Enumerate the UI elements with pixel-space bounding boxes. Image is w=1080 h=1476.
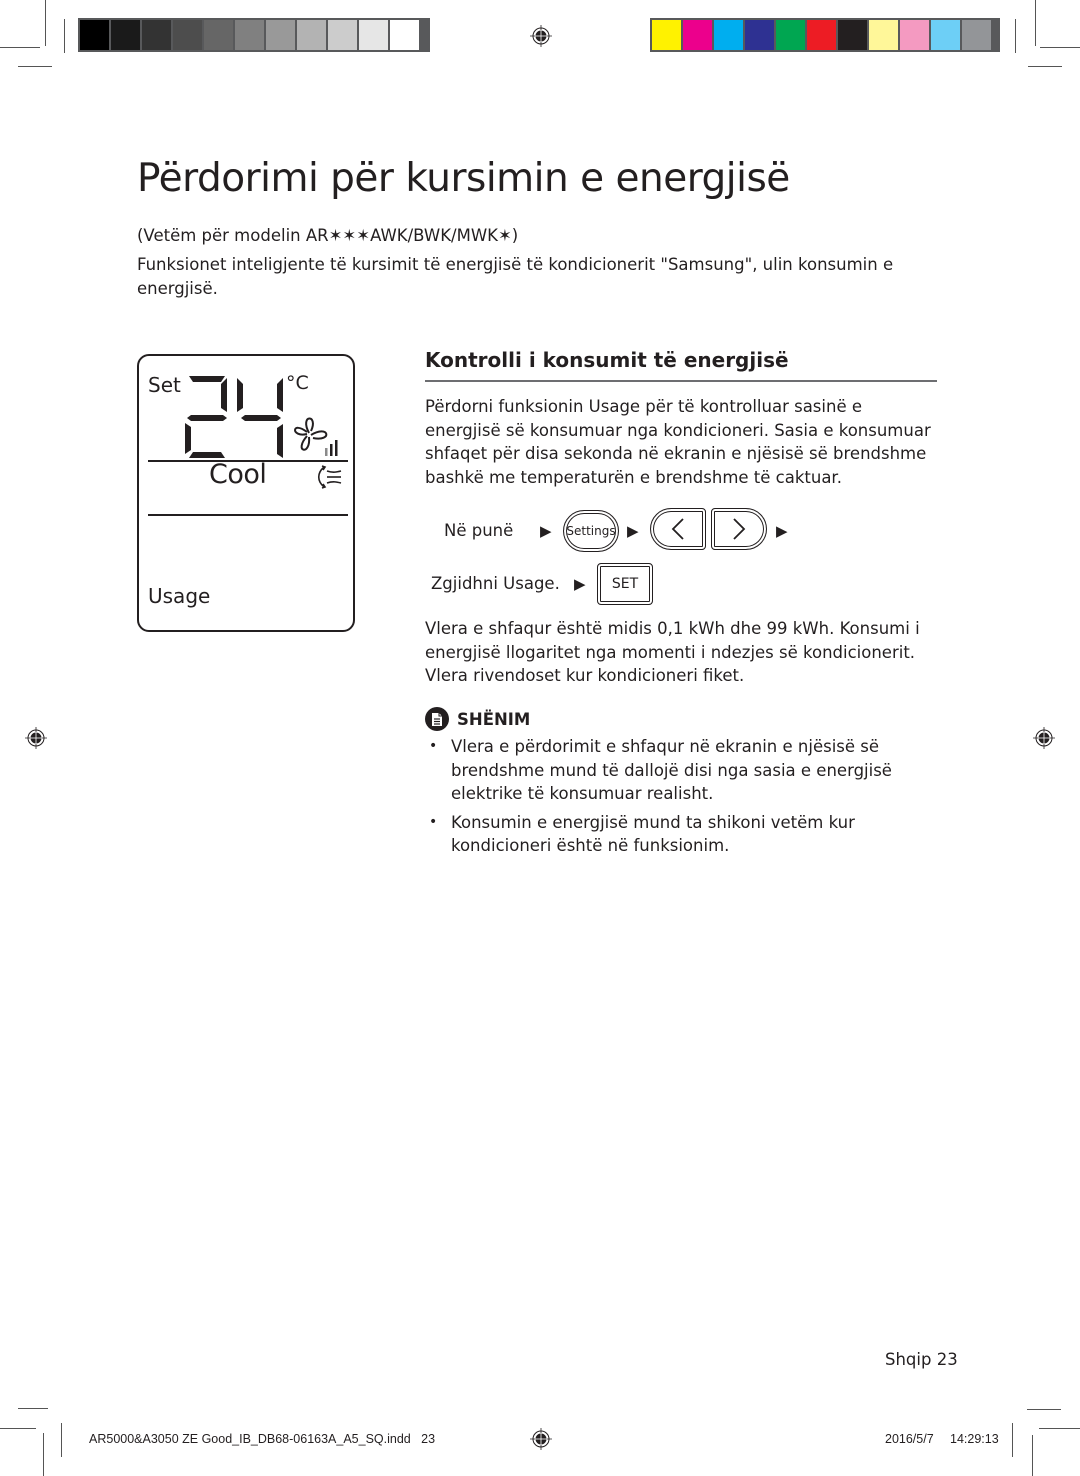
step-arrow-icon: ▶ <box>776 522 788 540</box>
section-divider <box>425 380 937 382</box>
right-button[interactable] <box>711 508 767 550</box>
lcd-display-illustration: Set °C Cool Usage <box>137 354 355 632</box>
color-swatch <box>80 20 109 50</box>
crosshair-registration-icon <box>1033 727 1055 749</box>
color-swatch <box>776 20 805 50</box>
page-number: 23 <box>936 1350 958 1369</box>
color-swatch <box>173 20 202 50</box>
crosshair-registration-icon <box>530 25 552 47</box>
color-swatch <box>204 20 233 50</box>
crop-mark <box>1028 66 1062 67</box>
color-swatch <box>297 20 326 50</box>
note-item: Vlera e përdorimit e shfaqur në ekranin … <box>425 735 915 806</box>
left-button[interactable] <box>650 508 706 550</box>
color-swatch <box>838 20 867 50</box>
slug-date: 2016/5/7 <box>885 1432 934 1446</box>
note-title: SHËNIM <box>457 709 531 729</box>
footer-language: Shqip <box>885 1350 932 1369</box>
crosshair-registration-icon <box>530 1428 552 1450</box>
color-swatch <box>142 20 171 50</box>
color-swatch <box>900 20 929 50</box>
color-swatch <box>931 20 960 50</box>
range-paragraph: Vlera e shfaqur është midis 0,1 kWh dhe … <box>425 619 920 685</box>
step-arrow-icon: ▶ <box>574 575 586 593</box>
color-swatch <box>745 20 774 50</box>
section-description: Përdorni funksionin Usage për të kontrol… <box>425 397 931 487</box>
note-document-icon <box>425 707 449 731</box>
step-arrow-icon: ▶ <box>627 522 639 540</box>
crop-mark <box>1032 1435 1033 1476</box>
step-1-label: Në punë <box>444 521 514 540</box>
note-item: Konsumin e energjisë mund ta shikoni vet… <box>425 811 915 858</box>
color-swatch <box>390 20 419 50</box>
crosshair-registration-icon <box>25 727 47 749</box>
airflow-swing-icon <box>317 465 342 489</box>
crop-mark <box>18 1408 48 1409</box>
crop-mark <box>1027 1409 1061 1410</box>
intro-paragraph: Funksionet inteligjente të kursimit të e… <box>137 255 894 298</box>
fan-icon <box>294 417 338 456</box>
slug-time: 14:29:13 <box>950 1432 999 1446</box>
crop-mark <box>0 1428 36 1429</box>
settings-button-label: Settings <box>566 524 616 538</box>
color-swatch <box>807 20 836 50</box>
color-swatch <box>266 20 295 50</box>
settings-button[interactable]: Settings <box>563 510 619 552</box>
color-swatch <box>869 20 898 50</box>
color-swatch <box>328 20 357 50</box>
note-list: Vlera e përdorimit e shfaqur në ekranin … <box>425 735 915 863</box>
chevron-right-icon <box>733 518 746 540</box>
note-header: SHËNIM <box>425 707 530 731</box>
crop-mark <box>43 1433 44 1476</box>
color-swatch <box>683 20 712 50</box>
set-button-label: SET <box>611 576 639 592</box>
lcd-function-label: Usage <box>148 584 211 608</box>
crop-mark <box>1039 1428 1080 1429</box>
crop-mark <box>1035 0 1036 46</box>
lcd-temperature-digits <box>185 376 283 458</box>
lcd-set-label: Set <box>148 373 181 397</box>
step-arrow-icon: ▶ <box>540 522 552 540</box>
fan-speed-bars <box>325 440 338 456</box>
color-swatch <box>235 20 264 50</box>
section-title: Kontrolli i konsumit të energjisë <box>425 348 789 372</box>
lcd-unit-label: °C <box>286 372 309 394</box>
grayscale-calibration-bar <box>78 18 430 52</box>
crop-mark <box>0 47 40 48</box>
color-swatch <box>962 20 991 50</box>
model-note: (Vetëm për modelin AR✶✶✶AWK/BWK/MWK✶) <box>137 226 519 245</box>
crop-mark <box>1015 19 1016 53</box>
page-title: Përdorimi për kursimin e energjisë <box>137 156 790 201</box>
color-swatch <box>714 20 743 50</box>
crop-mark <box>45 0 46 46</box>
crop-mark <box>1012 1423 1013 1457</box>
crop-mark <box>64 19 65 53</box>
lcd-mode-label: Cool <box>209 459 267 490</box>
crop-mark <box>1040 47 1080 48</box>
color-swatch <box>111 20 140 50</box>
step-2-label: Zgjidhni Usage. <box>431 574 560 593</box>
lcd-divider <box>148 514 348 516</box>
slug-filename: AR5000&A3050 ZE Good_IB_DB68-06163A_A5_S… <box>89 1432 436 1446</box>
set-button[interactable]: SET <box>597 563 653 605</box>
color-swatch <box>652 20 681 50</box>
crop-mark <box>61 1423 62 1457</box>
page-footer: Shqip 23 <box>885 1350 958 1369</box>
chevron-left-icon <box>671 518 684 540</box>
color-calibration-bar <box>650 18 1000 52</box>
color-swatch <box>359 20 388 50</box>
crop-mark <box>18 66 52 67</box>
